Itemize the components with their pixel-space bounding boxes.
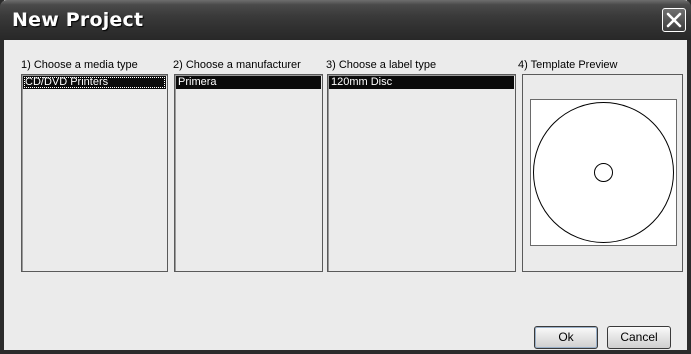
ok-button[interactable]: Ok bbox=[534, 326, 598, 349]
media-type-label: 1) Choose a media type bbox=[21, 59, 138, 71]
template-preview-panel bbox=[522, 74, 683, 272]
media-type-item-selected[interactable]: CD/DVD Printers bbox=[23, 76, 166, 89]
window-title: New Project bbox=[12, 9, 144, 31]
cancel-button[interactable]: Cancel bbox=[607, 326, 671, 349]
new-project-dialog: New Project 1) Choose a media type CD/DV… bbox=[0, 0, 691, 354]
media-type-listbox[interactable]: CD/DVD Printers bbox=[21, 74, 168, 272]
close-icon bbox=[666, 12, 682, 28]
manufacturer-listbox[interactable]: Primera bbox=[174, 74, 323, 272]
template-preview-canvas bbox=[530, 99, 677, 246]
title-bar[interactable]: New Project bbox=[0, 0, 691, 40]
template-preview-label: 4) Template Preview bbox=[518, 59, 618, 71]
label-type-listbox[interactable]: 120mm Disc bbox=[327, 74, 516, 272]
close-button[interactable] bbox=[662, 8, 686, 32]
label-type-item-selected[interactable]: 120mm Disc bbox=[329, 76, 514, 89]
manufacturer-label: 2) Choose a manufacturer bbox=[173, 59, 301, 71]
disc-template-icon bbox=[533, 102, 674, 243]
label-type-label: 3) Choose a label type bbox=[326, 59, 437, 71]
manufacturer-item-selected[interactable]: Primera bbox=[176, 76, 321, 89]
